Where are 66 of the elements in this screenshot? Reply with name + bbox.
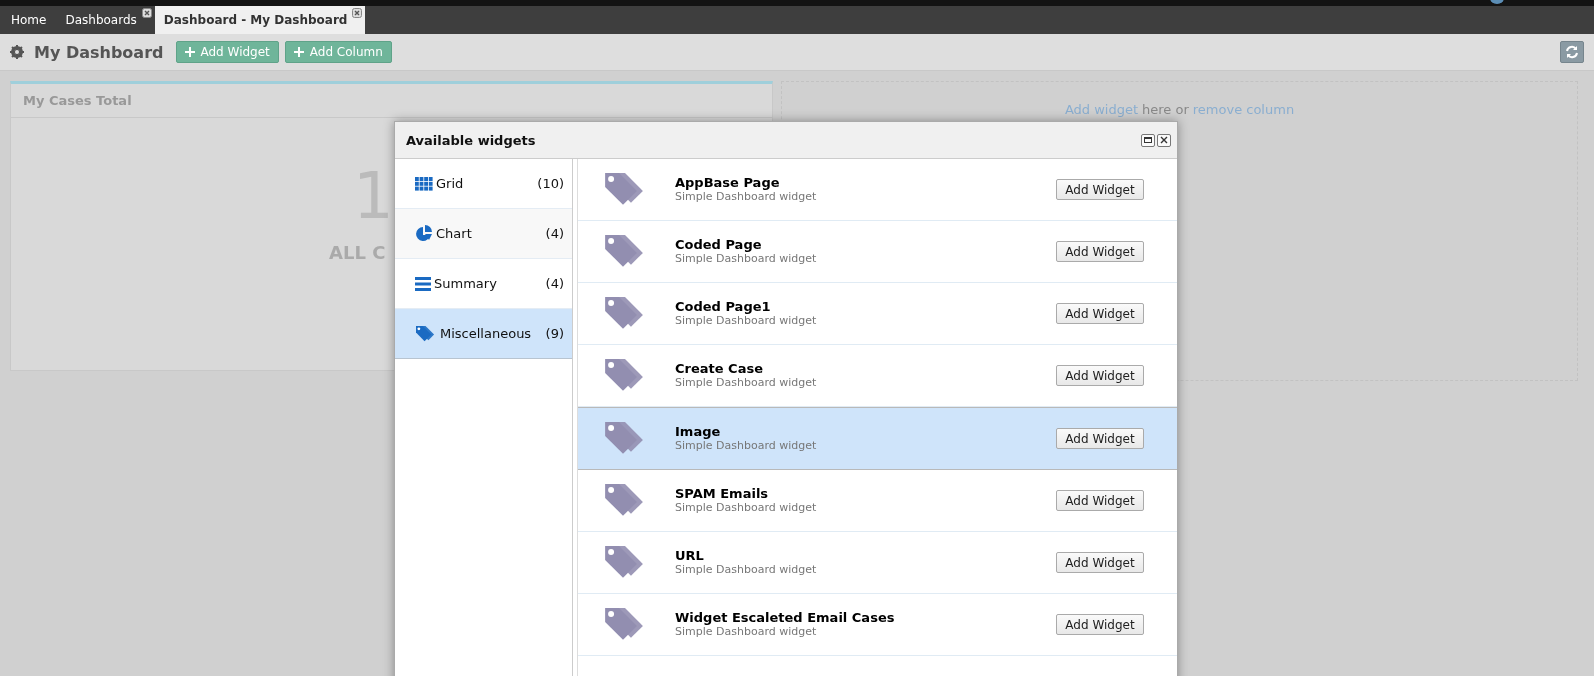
category-item[interactable]: Grid (10): [395, 159, 572, 209]
widget-description: Simple Dashboard widget: [675, 314, 818, 327]
grid-icon: [415, 176, 433, 191]
refresh-button[interactable]: [1560, 41, 1584, 63]
close-icon: [1160, 136, 1168, 144]
dashboard-title: My Dashboard: [34, 42, 164, 62]
widget-title: My Cases Total: [11, 84, 772, 118]
widget-description: Simple Dashboard widget: [675, 252, 818, 265]
category-label: Grid: [436, 176, 464, 191]
category-label: Chart: [436, 226, 472, 241]
widget-row[interactable]: AppBase Page Simple Dashboard widget Add Widget: [578, 159, 1177, 221]
widget-description: Simple Dashboard widget: [675, 439, 818, 452]
tags-icon: [415, 324, 437, 343]
close-icon[interactable]: [352, 8, 363, 18]
widget-description: Simple Dashboard widget: [675, 625, 818, 638]
category-item[interactable]: Miscellaneous (9): [395, 309, 572, 359]
widget-row[interactable]: Coded Page1 Simple Dashboard widget Add Widget: [578, 283, 1177, 345]
category-label: Summary: [434, 276, 497, 291]
settings-icon[interactable]: [10, 45, 24, 59]
tab[interactable]: Dashboards: [56, 6, 155, 34]
add-widget-button[interactable]: Add Widget: [1056, 490, 1144, 511]
list-icon: [415, 276, 431, 291]
category-count: (4): [545, 276, 564, 291]
tab[interactable]: Dashboard - My Dashboard: [154, 6, 366, 34]
category-count: (10): [537, 176, 564, 191]
category-item[interactable]: Chart (4): [395, 209, 572, 259]
add-widget-button[interactable]: Add Widget: [1056, 552, 1144, 573]
widget-row[interactable]: Widget Escaleted Email Cases Simple Dashboard widget Add Widget: [578, 594, 1177, 656]
widget-name: Create Case: [675, 362, 764, 376]
widget-row[interactable]: URL Simple Dashboard widget Add Widget: [578, 532, 1177, 594]
widget-name: Coded Page1: [675, 300, 772, 314]
column-hint: here or: [1142, 102, 1189, 117]
category-count: (4): [545, 226, 564, 241]
plus-icon: [293, 47, 304, 57]
add-widget-button[interactable]: Add Widget: [1056, 614, 1144, 635]
refresh-icon: [1565, 45, 1579, 59]
widget-name: Widget Escaleted Email Cases: [675, 611, 896, 625]
close-button[interactable]: [1157, 133, 1171, 147]
maximize-icon: [1144, 137, 1152, 143]
widget-name: URL: [675, 549, 705, 563]
widget-description: Simple Dashboard widget: [675, 501, 818, 514]
add-widget-button[interactable]: Add Widget: [1056, 365, 1144, 386]
dialog-title: Available widgets: [406, 132, 537, 148]
widget-name: AppBase Page: [675, 176, 781, 190]
pie-chart-icon: [415, 224, 433, 243]
widget-row[interactable]: Create Case Simple Dashboard widget Add Widget: [578, 345, 1177, 407]
widget-name: Image: [675, 425, 722, 439]
add-widget-button[interactable]: Add Widget: [1056, 428, 1144, 449]
plus-icon: [184, 47, 195, 57]
widget-description: Simple Dashboard widget: [675, 563, 818, 576]
widget-row[interactable]: Image Simple Dashboard widget Add Widget: [578, 407, 1177, 470]
tab[interactable]: Home: [2, 6, 57, 34]
category-item[interactable]: Summary (4): [395, 259, 572, 309]
add-widget-button[interactable]: Add Widget: [1056, 179, 1144, 200]
add-widget-button[interactable]: Add Widget: [1056, 241, 1144, 262]
widget-description: Simple Dashboard widget: [675, 376, 818, 389]
close-icon[interactable]: [141, 8, 152, 18]
widget-name: SPAM Emails: [675, 487, 770, 501]
widget-row[interactable]: Coded Page Simple Dashboard widget Add Widget: [578, 221, 1177, 283]
widget-row[interactable]: SPAM Emails Simple Dashboard widget Add Widget: [578, 470, 1177, 532]
category-label: Miscellaneous: [440, 326, 532, 341]
add-widget-button[interactable]: Add Widget: [1056, 303, 1144, 324]
widget-description: Simple Dashboard widget: [675, 190, 818, 203]
maximize-button[interactable]: [1141, 133, 1155, 147]
widget-name: Coded Page: [675, 238, 763, 252]
category-count: (9): [545, 326, 564, 341]
